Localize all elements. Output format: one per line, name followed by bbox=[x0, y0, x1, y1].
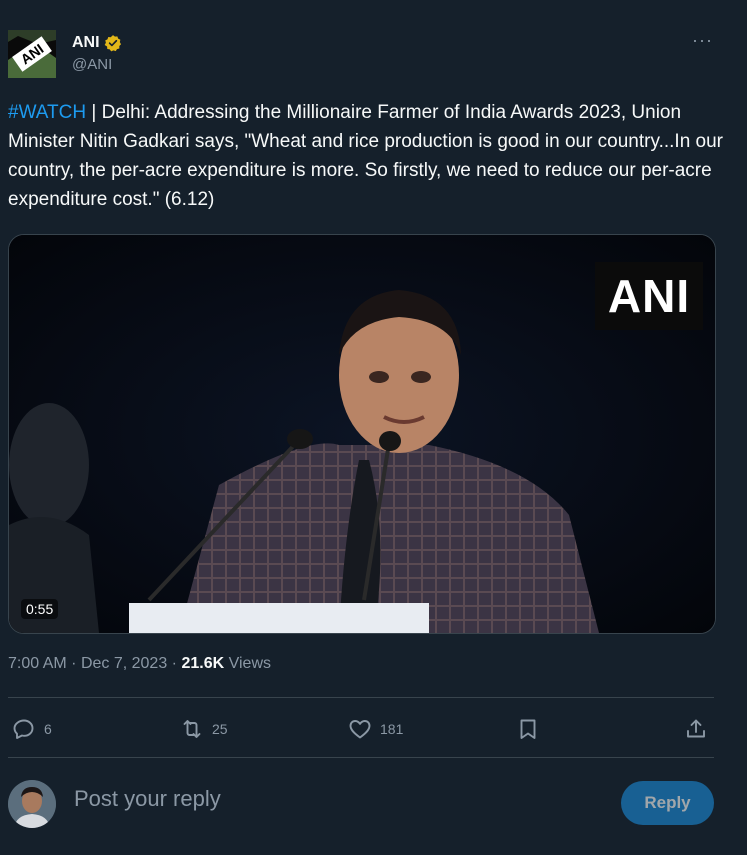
reply-icon bbox=[13, 719, 34, 739]
share-action[interactable] bbox=[684, 712, 708, 746]
tweet-text: #WATCH | Delhi: Addressing the Millionai… bbox=[8, 98, 723, 214]
more-options-icon[interactable]: ··· bbox=[692, 30, 713, 51]
bookmark-action[interactable] bbox=[516, 712, 540, 746]
tweet-meta: 7:00 AM · Dec 7, 2023 · 21.6K Views bbox=[8, 655, 271, 673]
tweet-date[interactable]: Dec 7, 2023 bbox=[81, 655, 167, 672]
like-count: 181 bbox=[380, 721, 404, 737]
reply-input[interactable]: Post your reply bbox=[74, 786, 221, 812]
share-icon bbox=[687, 719, 705, 738]
repost-count: 25 bbox=[212, 721, 228, 737]
author-avatar[interactable]: ANI bbox=[8, 30, 56, 78]
author-name-row[interactable]: ANI bbox=[72, 34, 122, 52]
bookmark-icon bbox=[520, 719, 536, 739]
meta-separator: · bbox=[171, 655, 182, 672]
reply-count: 6 bbox=[44, 721, 52, 737]
repost-action[interactable]: 25 bbox=[180, 712, 228, 746]
video-duration: 0:55 bbox=[21, 599, 59, 619]
verified-badge-icon bbox=[104, 35, 121, 52]
author-block: ANI @ANI bbox=[72, 34, 122, 73]
user-avatar[interactable] bbox=[8, 780, 56, 828]
views-label: Views bbox=[228, 655, 271, 672]
action-bar: 6 25 181 bbox=[8, 712, 714, 746]
reply-composer: Post your reply Reply bbox=[8, 776, 714, 834]
divider bbox=[8, 697, 714, 698]
heart-icon bbox=[349, 720, 371, 739]
tweet-body: | Delhi: Addressing the Millionaire Farm… bbox=[8, 102, 723, 210]
author-handle[interactable]: @ANI bbox=[72, 56, 122, 73]
hashtag-link[interactable]: #WATCH bbox=[8, 102, 86, 123]
divider bbox=[8, 757, 714, 758]
like-action[interactable]: 181 bbox=[348, 712, 403, 746]
ani-logo-icon: ANI bbox=[8, 30, 56, 78]
ani-watermark: ANI bbox=[595, 262, 703, 330]
reply-button[interactable]: Reply bbox=[621, 781, 714, 825]
author-name[interactable]: ANI bbox=[72, 34, 100, 52]
reply-action[interactable]: 6 bbox=[12, 712, 52, 746]
meta-separator: · bbox=[71, 655, 81, 672]
user-avatar-image bbox=[8, 780, 56, 828]
views-count: 21.6K bbox=[181, 655, 225, 672]
tweet-time[interactable]: 7:00 AM bbox=[8, 655, 67, 672]
repost-icon bbox=[183, 720, 201, 738]
video-player[interactable]: ANI 0:55 bbox=[8, 234, 716, 634]
